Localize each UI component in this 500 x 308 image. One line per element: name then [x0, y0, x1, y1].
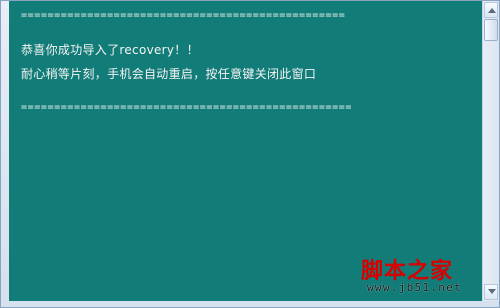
console-output: ========================================…	[9, 1, 483, 301]
scroll-thumb[interactable]	[484, 19, 498, 41]
restart-message: 耐心稍等片刻，手机会自动重启，按任意键关闭此窗口	[21, 67, 317, 81]
bottom-separator: ========================================…	[21, 102, 353, 113]
scroll-down-button[interactable]	[484, 284, 498, 300]
vertical-scrollbar[interactable]	[482, 1, 499, 301]
chevron-down-icon	[488, 289, 496, 294]
scroll-up-button[interactable]	[484, 2, 498, 18]
console-window: ========================================…	[0, 0, 500, 308]
chevron-up-icon	[488, 8, 496, 13]
success-message: 恭喜你成功导入了recovery！！	[21, 43, 199, 57]
top-separator: ========================================…	[21, 10, 346, 21]
